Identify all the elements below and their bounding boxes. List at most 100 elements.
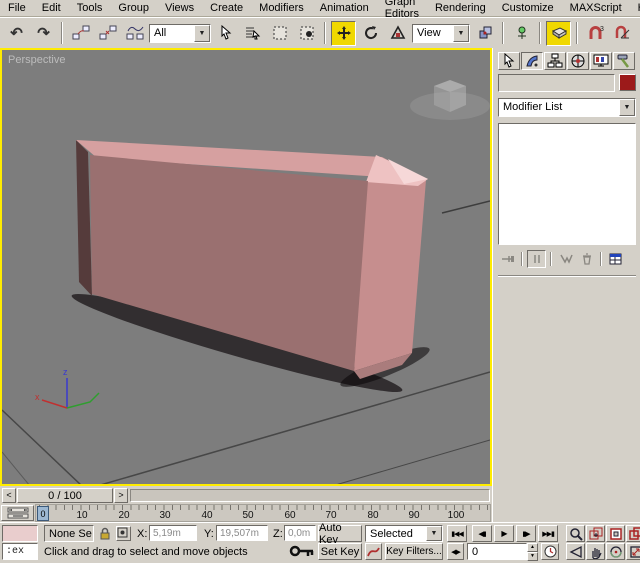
window-crossing-icon[interactable] (294, 20, 319, 46)
time-slider-track[interactable] (130, 488, 490, 502)
play-button-icon[interactable]: ▶ (494, 525, 514, 542)
coord-z-field[interactable]: 0,0m (284, 525, 316, 541)
time-slider-prev-icon[interactable]: < (2, 487, 16, 503)
go-to-start-icon[interactable]: ▮◀◀ (447, 525, 467, 542)
menu-item-file[interactable]: File (0, 1, 34, 15)
tab-modify-icon[interactable] (521, 52, 543, 70)
undo-icon[interactable]: ↶ (4, 20, 29, 46)
menu-item-modifiers[interactable]: Modifiers (251, 1, 312, 15)
modifier-stack-list[interactable] (498, 123, 636, 245)
make-unique-icon[interactable] (556, 250, 575, 268)
track-bar: 10 20 30 40 50 60 70 80 90 100 0 (0, 504, 492, 522)
current-frame-marker[interactable]: 0 (37, 506, 49, 521)
menu-item-edit[interactable]: Edit (34, 1, 69, 15)
menu-item-create[interactable]: Create (202, 1, 251, 15)
key-mode-value: Selected (366, 526, 426, 541)
selection-lock-icon[interactable] (98, 527, 112, 544)
menu-item-tools[interactable]: Tools (69, 1, 111, 15)
chevron-down-icon[interactable]: ▼ (619, 99, 635, 116)
tab-hierarchy-icon[interactable] (544, 52, 566, 70)
unlink-selection-icon[interactable] (95, 20, 120, 46)
select-and-link-icon[interactable] (68, 20, 93, 46)
key-filters-button[interactable]: Key Filters... (385, 543, 443, 560)
absolute-mode-icon[interactable] (116, 526, 131, 541)
toolbar-separator (502, 22, 504, 44)
modifier-list-value: Modifier List (499, 99, 619, 116)
menu-item-help[interactable]: Help (630, 1, 640, 15)
coord-y-field[interactable]: 19,507m (216, 525, 268, 541)
pan-hand-icon[interactable] (586, 543, 605, 560)
menu-item-views[interactable]: Views (157, 1, 202, 15)
chevron-down-icon[interactable]: ▼ (194, 24, 210, 42)
field-of-view-icon[interactable] (566, 543, 585, 560)
key-mode-toggle-icon[interactable]: ◀▶ (447, 543, 464, 560)
zoom-extents-icon[interactable] (606, 525, 625, 542)
chevron-down-icon[interactable]: ▼ (426, 526, 442, 541)
coord-x-field[interactable]: 5,19m (149, 525, 197, 541)
object-name-field[interactable] (498, 74, 615, 92)
next-frame-icon[interactable]: ▮▶ (516, 525, 536, 542)
remove-modifier-icon[interactable] (577, 250, 596, 268)
zoom-all-icon[interactable] (586, 525, 605, 542)
select-and-manipulate-icon[interactable] (509, 20, 534, 46)
set-key-button[interactable]: Set Key (318, 543, 362, 560)
tab-display-icon[interactable] (590, 52, 612, 70)
coord-z-label: Z: (273, 528, 283, 540)
show-end-result-icon[interactable] (527, 250, 546, 268)
coord-system-dropdown[interactable]: View ▼ (412, 23, 470, 43)
select-and-rotate-icon[interactable] (358, 20, 383, 46)
time-slider-next-icon[interactable]: > (114, 487, 128, 503)
perspective-viewport[interactable]: x z Perspective (0, 48, 492, 486)
toolbar-separator (324, 22, 326, 44)
tab-utilities-icon[interactable] (613, 52, 635, 70)
time-slider-handle[interactable]: 0 / 100 (17, 487, 113, 503)
angle-snap-toggle-icon[interactable] (610, 20, 635, 46)
maximize-viewport-icon[interactable] (626, 543, 640, 560)
menu-item-animation[interactable]: Animation (312, 1, 377, 15)
use-pivot-point-center-icon[interactable] (472, 20, 497, 46)
pin-stack-icon[interactable] (498, 250, 517, 268)
menu-item-customize[interactable]: Customize (494, 1, 562, 15)
tab-create-icon[interactable] (498, 52, 520, 70)
macro-recorder-pane[interactable] (2, 525, 38, 542)
track-bar-ruler[interactable]: 10 20 30 40 50 60 70 80 90 100 0 (35, 504, 491, 522)
zoom-extents-all-icon[interactable] (626, 525, 640, 542)
zoom-icon[interactable] (566, 525, 585, 542)
axis-z-label: z (63, 367, 68, 377)
select-and-move-icon[interactable] (331, 20, 356, 46)
modifier-list-dropdown[interactable]: Modifier List ▼ (498, 98, 636, 117)
selection-status-field: None Se (44, 525, 94, 542)
previous-frame-icon[interactable]: ◀▮ (472, 525, 492, 542)
menu-item-maxscript[interactable]: MAXScript (562, 1, 630, 15)
select-and-scale-icon[interactable] (385, 20, 410, 46)
command-panel: Modifier List ▼ (492, 48, 640, 522)
select-by-name-icon[interactable] (240, 20, 265, 46)
frame-spinner[interactable]: ▲ ▼ (527, 543, 538, 561)
redo-icon[interactable]: ↷ (31, 20, 56, 46)
menu-item-group[interactable]: Group (110, 1, 157, 15)
menu-bar: File Edit Tools Group Views Create Modif… (0, 0, 640, 20)
chevron-down-icon[interactable]: ▼ (453, 24, 469, 42)
tab-motion-icon[interactable] (567, 52, 589, 70)
frame-number-field[interactable]: 0 (467, 543, 527, 560)
auto-key-button[interactable]: Auto Key (318, 522, 362, 546)
snaps-toggle-3d-icon[interactable]: 3 (583, 20, 608, 46)
viewport-label[interactable]: Perspective (8, 54, 65, 66)
select-object-icon[interactable] (213, 20, 238, 46)
arc-rotate-icon[interactable] (606, 543, 625, 560)
key-mode-dropdown[interactable]: Selected ▼ (365, 525, 443, 542)
object-color-swatch[interactable] (619, 74, 636, 91)
selection-filter-dropdown[interactable]: All ▼ (149, 23, 211, 43)
mini-curve-editor-icon[interactable] (1, 505, 34, 521)
bind-to-space-warp-icon[interactable] (122, 20, 147, 46)
menu-item-rendering[interactable]: Rendering (427, 1, 494, 15)
go-to-end-icon[interactable]: ▶▶▮ (538, 525, 558, 542)
ruler-label-30: 30 (159, 510, 171, 521)
ruler-label-10: 10 (76, 510, 88, 521)
keyboard-shortcut-override-icon[interactable] (546, 20, 571, 46)
rectangular-selection-icon[interactable] (267, 20, 292, 46)
time-configuration-icon[interactable] (541, 543, 559, 560)
default-tangent-icon[interactable] (365, 543, 382, 560)
configure-modifier-sets-icon[interactable] (606, 250, 625, 268)
maxscript-mini-listener[interactable]: :ex (2, 543, 38, 560)
